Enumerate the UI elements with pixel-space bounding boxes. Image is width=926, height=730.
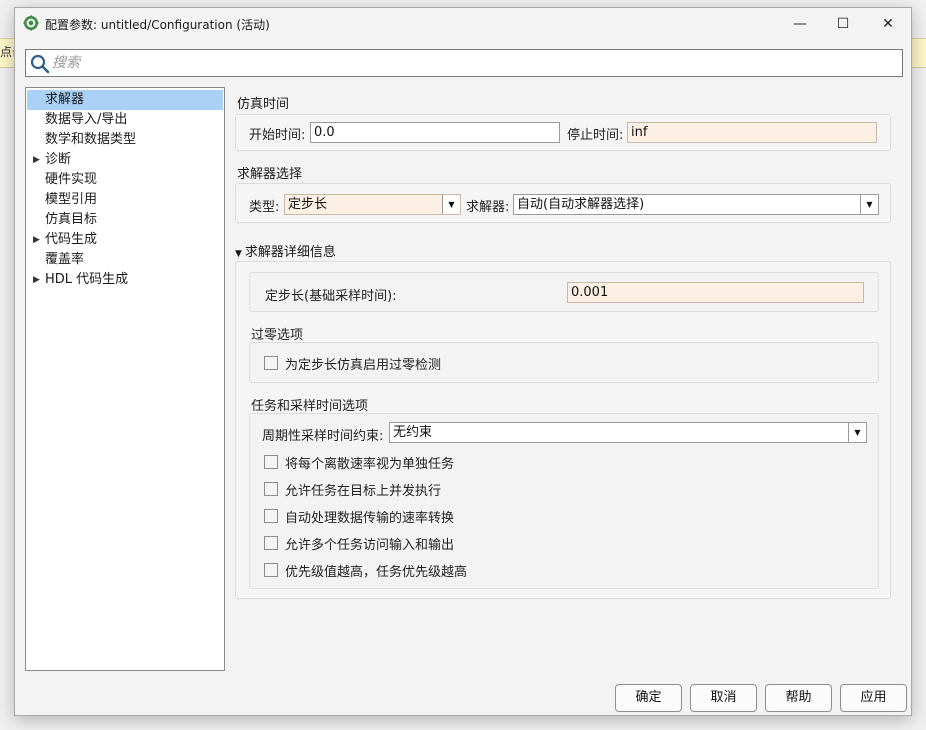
tree-item-diagnostics[interactable]: ▶ 诊断 [27,150,223,170]
chevron-down-icon[interactable]: ▼ [848,423,866,442]
fixed-step-group: 定步长(基础采样时间): 0.001 [249,272,879,312]
tree-item-hardware-implementation[interactable]: 硬件实现 [27,170,223,190]
solver-dropdown[interactable]: 自动(自动求解器选择) ▼ [513,194,879,215]
search-input[interactable] [52,52,892,74]
start-time-field[interactable]: 0.0 [310,122,560,143]
fixed-step-field[interactable]: 0.001 [567,282,864,303]
checkbox-box[interactable] [264,536,278,550]
minimize-icon: — [793,16,807,32]
solver-label: 求解器: [466,200,510,215]
apply-button[interactable]: 应用 [840,684,907,712]
periodic-constraint-dropdown[interactable]: 无约束 ▼ [389,422,867,443]
tree-item-hdl-code-generation[interactable]: ▶ HDL 代码生成 [27,270,223,290]
tree-item-coverage[interactable]: 覆盖率 [27,250,223,270]
fixed-step-label: 定步长(基础采样时间): [265,289,397,304]
settings-panel: 仿真时间 开始时间: 0.0 停止时间: inf 求解器选择 类型: 定步长 ▼… [235,87,895,677]
checkbox-label: 优先级值越高，任务优先级越高 [285,565,468,580]
zero-crossing-group: 为定步长仿真启用过零检测 [249,342,879,383]
tree-item-label: 覆盖率 [45,252,85,267]
start-time-label: 开始时间: [249,128,306,143]
tree-item-math-data-types[interactable]: 数学和数据类型 [27,130,223,150]
checkbox-box[interactable] [264,482,278,496]
section-title-tasking: 任务和采样时间选项 [251,399,369,414]
cancel-button[interactable]: 取消 [690,684,757,712]
sim-time-group: 开始时间: 0.0 停止时间: inf [235,114,891,151]
type-dropdown-value: 定步长 [288,197,328,212]
type-dropdown[interactable]: 定步长 ▼ [284,194,461,215]
configuration-dialog: 配置参数: untitled/Configuration (活动) — ☐ ✕ … [14,7,912,716]
tree-item-label: 代码生成 [45,232,98,247]
titlebar: 配置参数: untitled/Configuration (活动) — ☐ ✕ [15,8,911,40]
expand-arrow-icon[interactable]: ▶ [33,270,40,290]
section-title-solver-selection: 求解器选择 [237,167,303,182]
tree-item-label: 数据导入/导出 [45,112,128,127]
checkbox-label: 将每个离散速率视为单独任务 [285,457,455,472]
close-button[interactable]: ✕ [873,12,903,36]
expand-arrow-icon[interactable]: ▶ [33,230,40,250]
search-icon [30,54,50,74]
maximize-button[interactable]: ☐ [828,12,858,36]
tree-item-label: 数学和数据类型 [45,132,137,147]
solver-selection-group: 类型: 定步长 ▼ 求解器: 自动(自动求解器选择) ▼ [235,183,891,223]
help-button[interactable]: 帮助 [765,684,832,712]
chevron-down-icon[interactable]: ▼ [442,195,460,214]
window-title: 配置参数: untitled/Configuration (活动) [45,18,270,32]
type-label: 类型: [249,200,280,215]
category-tree: 求解器 数据导入/导出 数学和数据类型 ▶ 诊断 硬件实现 模型引用 仿真目标 … [25,87,225,671]
expand-arrow-icon[interactable]: ▶ [33,150,40,170]
periodic-constraint-label: 周期性采样时间约束: [262,429,384,444]
section-title-zero-crossing: 过零选项 [251,328,304,343]
checkbox-box[interactable] [264,356,278,370]
tasking-group: 周期性采样时间约束: 无约束 ▼ 将每个离散速率视为单独任务 允许任务在目标上并… [249,413,879,589]
solver-details-header[interactable]: ▼ 求解器详细信息 [235,241,336,260]
search-box[interactable] [25,49,903,77]
tree-item-label: HDL 代码生成 [45,272,129,287]
checkbox-label: 允许多个任务访问输入和输出 [285,538,455,553]
solver-details-group: 定步长(基础采样时间): 0.001 过零选项 为定步长仿真启用过零检测 任务和… [235,261,891,599]
checkbox-label: 为定步长仿真启用过零检测 [285,358,442,373]
solver-dropdown-value: 自动(自动求解器选择) [517,197,645,212]
checkbox-box[interactable] [264,563,278,577]
checkbox-box[interactable] [264,509,278,523]
tree-item-solver[interactable]: 求解器 [27,90,223,110]
section-title-solver-details: 求解器详细信息 [244,245,336,260]
tree-item-code-generation[interactable]: ▶ 代码生成 [27,230,223,250]
chevron-down-icon[interactable]: ▼ [860,195,878,214]
checkbox-label: 自动处理数据传输的速率转换 [285,511,455,526]
tree-item-label: 诊断 [45,152,72,167]
tree-item-label: 仿真目标 [45,212,98,227]
tree-item-simulation-target[interactable]: 仿真目标 [27,210,223,230]
minimize-button[interactable]: — [785,12,815,36]
checkbox-box[interactable] [264,455,278,469]
stop-time-label: 停止时间: [567,128,624,143]
tree-item-label: 硬件实现 [45,172,98,187]
close-icon: ✕ [882,16,894,32]
tree-item-model-referencing[interactable]: 模型引用 [27,190,223,210]
ok-button[interactable]: 确定 [615,684,682,712]
tree-item-data-import-export[interactable]: 数据导入/导出 [27,110,223,130]
stop-time-field[interactable]: inf [627,122,877,143]
simulink-app-icon [23,15,39,31]
collapse-arrow-icon[interactable]: ▼ [235,249,242,259]
section-title-sim-time: 仿真时间 [237,97,290,112]
periodic-constraint-value: 无约束 [393,425,433,440]
maximize-icon: ☐ [836,16,850,32]
checkbox-label: 允许任务在目标上并发执行 [285,484,442,499]
tree-item-label: 模型引用 [45,192,98,207]
tree-item-label: 求解器 [45,92,85,107]
